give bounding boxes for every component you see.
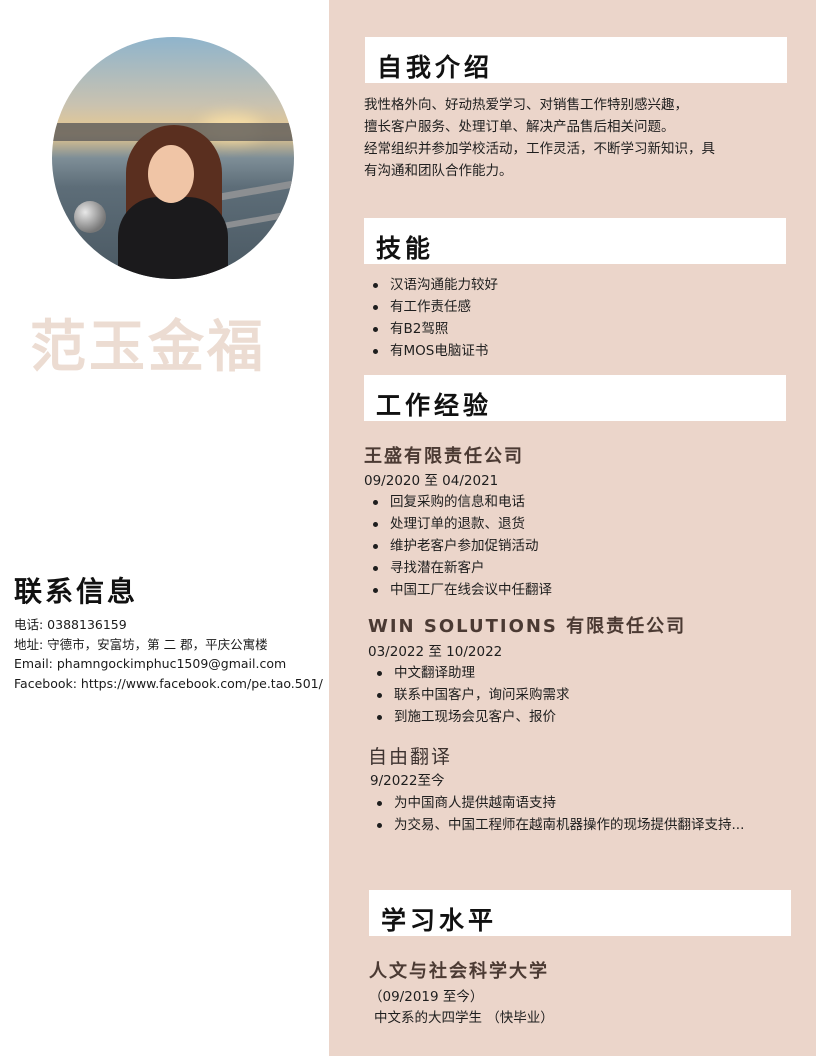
school-name: 人文与社会科学大学 (369, 961, 549, 982)
study-period: （09/2019 至今） (369, 989, 484, 1005)
job-date: 03/2022 至 10/2022 (368, 644, 503, 660)
duty-item: 维护老客户参加促销活动 (364, 535, 552, 557)
contact-facebook[interactable]: Facebook: https://www.facebook.com/pe.ta… (14, 674, 326, 694)
experience-heading-box: 工作经验 (364, 375, 786, 421)
contact-email[interactable]: Email: phamngockimphuc1509@gmail.com (14, 654, 326, 674)
duty-item: 联系中国客户，询问采购需求 (368, 684, 570, 706)
skills-heading: 技能 (376, 234, 435, 263)
skills-heading-box: 技能 (364, 218, 786, 264)
education-heading-box: 学习水平 (369, 890, 791, 936)
duty-item: 中国工厂在线会议中任翻译 (364, 579, 552, 601)
duty-item: 为中国商人提供越南语支持 (368, 792, 788, 814)
intro-line: 经常组织并参加学校活动，工作灵活，不断学习新知识，具 (364, 141, 715, 157)
skill-item: 有B2驾照 (364, 318, 498, 340)
skill-item: 有工作责任感 (364, 296, 498, 318)
experience-heading: 工作经验 (376, 391, 493, 420)
intro-text: 我性格外向、好动热爱学习、对销售工作特别感兴趣， 擅长客户服务、处理订单、解决产… (364, 94, 794, 182)
contact-phone: 电话: 0388136159 (14, 617, 127, 632)
skills-list: 汉语沟通能力较好 有工作责任感 有B2驾照 有MOS电脑证书 (364, 274, 498, 362)
job-company: 自由翻译 (368, 746, 453, 768)
skill-item: 有MOS电脑证书 (364, 340, 498, 362)
duty-item: 寻找潜在新客户 (364, 557, 552, 579)
duty-item: 中文翻译助理 (368, 662, 570, 684)
contact-address: 地址: 守德市，安富坊，第 二 郡，平庆公寓楼 (14, 636, 268, 652)
intro-line: 擅长客户服务、处理订单、解决产品售后相关问题。 (364, 119, 675, 135)
study-detail: 中文系的大四学生 （快毕业） (374, 1010, 554, 1026)
intro-heading: 自我介绍 (377, 53, 494, 82)
duty-item: 回复采购的信息和电话 (364, 491, 552, 513)
job-duties: 为中国商人提供越南语支持 为交易、中国工程师在越南机器操作的现场提供翻译支持..… (368, 792, 788, 836)
candidate-name: 范玉金福 (30, 315, 266, 380)
intro-heading-box: 自我介绍 (365, 37, 787, 83)
duty-item: 到施工现场会见客户、报价 (368, 706, 570, 728)
profile-photo (52, 37, 294, 279)
job-company: 王盛有限责任公司 (364, 446, 524, 467)
skill-item: 汉语沟通能力较好 (364, 274, 498, 296)
contact-info: 电话: 0388136159 地址: 守德市，安富坊，第 二 郡，平庆公寓楼 E… (14, 615, 326, 693)
duty-item: 处理订单的退款、退货 (364, 513, 552, 535)
duty-item: 为交易、中国工程师在越南机器操作的现场提供翻译支持... (368, 814, 788, 836)
job-duties: 中文翻译助理 联系中国客户，询问采购需求 到施工现场会见客户、报价 (368, 662, 570, 728)
job-date: 09/2020 至 04/2021 (364, 473, 499, 489)
contact-heading: 联系信息 (14, 575, 139, 608)
job-duties: 回复采购的信息和电话 处理订单的退款、退货 维护老客户参加促销活动 寻找潜在新客… (364, 491, 552, 601)
intro-line: 我性格外向、好动热爱学习、对销售工作特别感兴趣， (364, 97, 688, 113)
education-heading: 学习水平 (381, 906, 498, 935)
intro-line: 有沟通和团队合作能力。 (364, 163, 513, 179)
job-company: WIN SOLUTIONS 有限责任公司 (368, 616, 687, 637)
job-date: 9/2022至今 (370, 773, 445, 789)
